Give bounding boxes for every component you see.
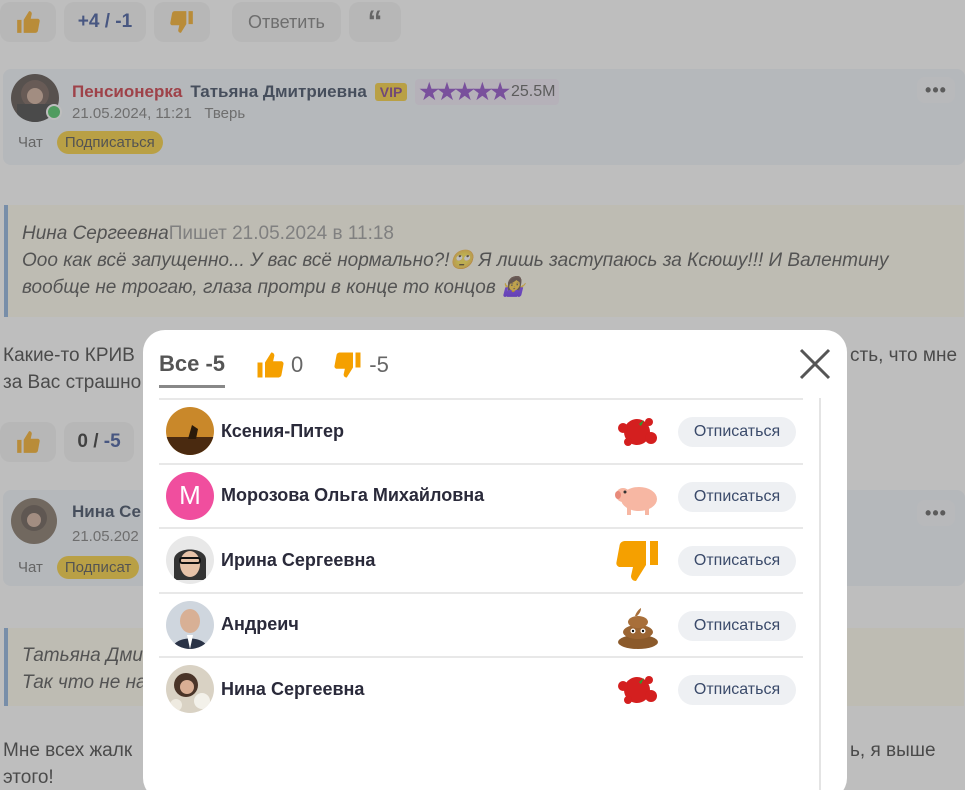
avatar[interactable]: М bbox=[166, 471, 214, 520]
avatar-letter: М bbox=[179, 480, 201, 511]
reactions-modal: Все -5 0 -5 Ксения-Питер Отписаться М Мо… bbox=[143, 330, 847, 790]
tab-dislikes-label: -5 bbox=[369, 352, 389, 377]
list-item: Ирина Сергеевна Отписаться bbox=[159, 527, 803, 592]
poop-icon bbox=[618, 607, 658, 649]
user-name[interactable]: Морозова Ольга Михайловна bbox=[221, 485, 484, 506]
tab-likes-label: 0 bbox=[291, 352, 304, 377]
tab-all[interactable]: Все -5 bbox=[159, 350, 226, 388]
avatar-image bbox=[166, 600, 214, 649]
pig-icon bbox=[615, 486, 657, 515]
avatar-image bbox=[166, 665, 214, 714]
unsubscribe-button[interactable]: Отписаться bbox=[678, 675, 796, 705]
user-name[interactable]: Ирина Сергеевна bbox=[221, 550, 375, 571]
reactions-list: Ксения-Питер Отписаться М Морозова Ольга… bbox=[159, 398, 803, 721]
user-name[interactable]: Андреич bbox=[221, 614, 299, 635]
tab-dislikes[interactable]: -5 bbox=[331, 350, 389, 388]
reaction-tabs: Все -5 0 -5 bbox=[159, 350, 417, 388]
tomato-splat-icon bbox=[618, 676, 657, 704]
thumbs-up-icon bbox=[257, 352, 284, 378]
scrollbar[interactable] bbox=[819, 398, 821, 790]
unsubscribe-button[interactable]: Отписаться bbox=[678, 481, 796, 512]
avatar[interactable] bbox=[166, 600, 214, 649]
thumbs-down-icon bbox=[616, 541, 658, 581]
user-name[interactable]: Ксения-Питер bbox=[221, 421, 344, 442]
tomato-splat-icon bbox=[618, 418, 657, 446]
unsubscribe-button[interactable]: Отписаться bbox=[678, 417, 796, 447]
avatar[interactable] bbox=[166, 665, 214, 714]
unsubscribe-button[interactable]: Отписаться bbox=[678, 610, 796, 641]
unsubscribe-button[interactable]: Отписаться bbox=[678, 546, 796, 576]
tab-all-label: Все -5 bbox=[159, 350, 226, 376]
avatar[interactable] bbox=[166, 407, 214, 456]
avatar-image bbox=[166, 407, 214, 456]
user-name[interactable]: Нина Сергеевна bbox=[221, 679, 364, 700]
avatar-image bbox=[166, 536, 214, 585]
tab-likes[interactable]: 0 bbox=[253, 350, 303, 388]
avatar[interactable] bbox=[166, 536, 214, 585]
list-item: Нина Сергеевна Отписаться bbox=[159, 656, 803, 721]
list-item: Андреич Отписаться bbox=[159, 591, 803, 657]
list-item: М Морозова Ольга Михайловна Отписаться bbox=[159, 462, 803, 528]
thumbs-down-icon bbox=[334, 352, 361, 378]
close-icon[interactable] bbox=[797, 346, 833, 382]
list-item: Ксения-Питер Отписаться bbox=[159, 398, 803, 463]
